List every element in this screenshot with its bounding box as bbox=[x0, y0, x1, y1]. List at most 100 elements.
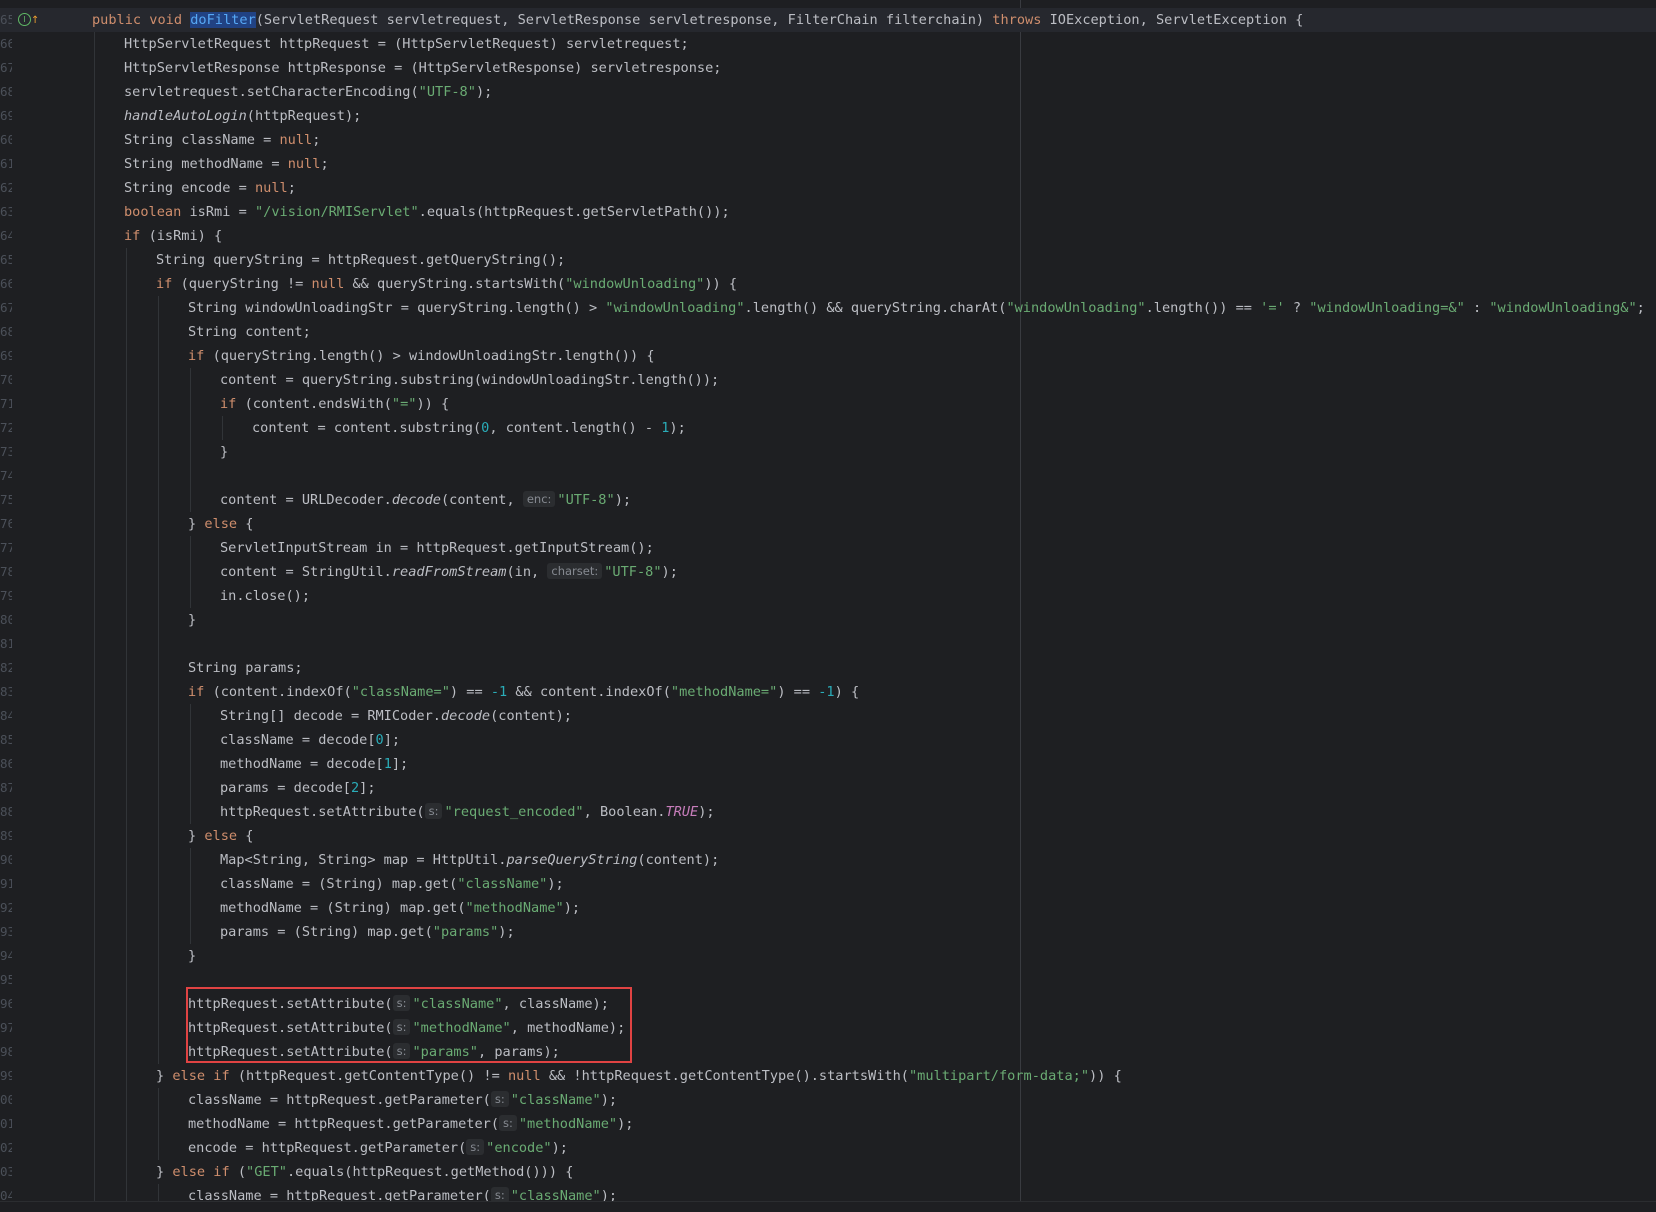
code-line[interactable]: 82 String params; bbox=[0, 656, 1656, 680]
code-token: .equals(httpRequest.getMethod())) { bbox=[286, 1164, 574, 1180]
code-line[interactable]: 69 handleAutoLogin(httpRequest); bbox=[0, 104, 1656, 128]
line-number: 74 bbox=[0, 468, 12, 483]
code-line[interactable]: 88 httpRequest.setAttribute(s: "request_en… bbox=[0, 800, 1656, 824]
indent-guide bbox=[126, 1064, 127, 1088]
code-line[interactable]: 96 httpRequest.setAttribute(s: "className"… bbox=[0, 992, 1656, 1016]
indent-guide bbox=[158, 944, 159, 968]
indent-guide bbox=[190, 560, 191, 584]
code-line[interactable]: 69 if (queryString.length() > windowUnloa… bbox=[0, 344, 1656, 368]
indent-guide bbox=[126, 1160, 127, 1184]
code-line[interactable]: 64 if (isRmi) { bbox=[0, 224, 1656, 248]
code-token: } bbox=[188, 612, 197, 628]
code-token: String[] decode = RMICoder. bbox=[220, 708, 441, 724]
code-token: )) { bbox=[1089, 1068, 1122, 1084]
code-line[interactable]: 83 if (content.indexOf("className=") == -… bbox=[0, 680, 1656, 704]
indent-guide bbox=[158, 872, 159, 896]
code-token: ) { bbox=[834, 684, 860, 700]
code-token: "windowUnloading=&" bbox=[1309, 300, 1465, 316]
implements-method-icon[interactable]: I bbox=[18, 13, 31, 26]
indent-guide bbox=[158, 536, 159, 560]
code-token: null bbox=[507, 1068, 549, 1084]
code-line[interactable]: 65 String queryString = httpRequest.getQu… bbox=[0, 248, 1656, 272]
code-line[interactable]: 73} bbox=[0, 440, 1656, 464]
indent-guide bbox=[126, 920, 127, 944]
indent-guide bbox=[158, 728, 159, 752]
code-line[interactable]: 71 if (content.endsWith("=")) { bbox=[0, 392, 1656, 416]
code-line[interactable]: 01 methodName = httpRequest.getParameter(… bbox=[0, 1112, 1656, 1136]
code-text: HttpServletRequest httpRequest = (HttpSe… bbox=[124, 32, 689, 56]
code-line[interactable]: 80} bbox=[0, 608, 1656, 632]
code-line[interactable]: 87 params = decode[2]; bbox=[0, 776, 1656, 800]
code-line[interactable]: 67 HttpServletResponse httpResponse = (Ht… bbox=[0, 56, 1656, 80]
code-token: "methodName=" bbox=[670, 684, 778, 700]
code-line[interactable]: 75 content = URLDecoder.decode(content, e… bbox=[0, 488, 1656, 512]
code-line[interactable]: 03} else if ("GET".equals(httpRequest.ge… bbox=[0, 1160, 1656, 1184]
line-number: 91 bbox=[0, 876, 12, 891]
code-line[interactable]: 98 httpRequest.setAttribute(s: "params", p… bbox=[0, 1040, 1656, 1064]
code-token: String content; bbox=[188, 324, 311, 340]
code-line[interactable]: 86 methodName = decode[1]; bbox=[0, 752, 1656, 776]
code-token: encode = httpRequest.getParameter( bbox=[188, 1140, 467, 1156]
code-token: if bbox=[188, 684, 213, 700]
code-line[interactable]: 81 bbox=[0, 632, 1656, 656]
indent-guide bbox=[158, 560, 159, 584]
code-text: encode = httpRequest.getParameter(s: "enc… bbox=[188, 1136, 568, 1160]
code-line[interactable]: 00 className = httpRequest.getParameter(s… bbox=[0, 1088, 1656, 1112]
code-line[interactable]: 89} else { bbox=[0, 824, 1656, 848]
code-area[interactable]: 65 I ↑ public void doFilter(ServletRequest … bbox=[0, 8, 1656, 1208]
code-line[interactable]: 97 httpRequest.setAttribute(s: "methodName… bbox=[0, 1016, 1656, 1040]
line-number: 79 bbox=[0, 588, 12, 603]
code-line[interactable]: 62 String encode = null; bbox=[0, 176, 1656, 200]
code-line[interactable]: 78 content = StringUtil.readFromStream(in… bbox=[0, 560, 1656, 584]
code-text: content = StringUtil.readFromStream(in, … bbox=[220, 560, 678, 584]
code-line[interactable]: 68 String content; bbox=[0, 320, 1656, 344]
code-line[interactable]: 67 String windowUnloadingStr = queryStrin… bbox=[0, 296, 1656, 320]
code-line[interactable]: 72 content = content.substring(0, content… bbox=[0, 416, 1656, 440]
indent-guide bbox=[158, 296, 159, 320]
code-line[interactable]: 61 String methodName = null; bbox=[0, 152, 1656, 176]
code-line[interactable]: 99} else if (httpRequest.getContentType(… bbox=[0, 1064, 1656, 1088]
code-line[interactable]: 65 I ↑ public void doFilter(ServletRequest … bbox=[0, 8, 1656, 32]
code-token: (content); bbox=[490, 708, 572, 724]
code-line[interactable]: 84 String[] decode = RMICoder.decode(cont… bbox=[0, 704, 1656, 728]
code-line[interactable]: 92 methodName = (String) map.get("methodN… bbox=[0, 896, 1656, 920]
code-line[interactable]: 85 className = decode[0]; bbox=[0, 728, 1656, 752]
line-number: 89 bbox=[0, 828, 12, 843]
indent-guide bbox=[94, 152, 95, 176]
code-text: if (isRmi) { bbox=[124, 224, 222, 248]
code-line[interactable]: 02 encode = httpRequest.getParameter(s: "e… bbox=[0, 1136, 1656, 1160]
indent-guide bbox=[94, 104, 95, 128]
code-line[interactable]: 95 bbox=[0, 968, 1656, 992]
code-line[interactable]: 94} bbox=[0, 944, 1656, 968]
indent-guide bbox=[190, 800, 191, 824]
code-token: -1 bbox=[818, 684, 835, 700]
override-arrow-icon[interactable]: ↑ bbox=[31, 9, 39, 33]
code-line[interactable]: 66 if (queryString != null && queryString… bbox=[0, 272, 1656, 296]
code-line[interactable]: 79 in.close(); bbox=[0, 584, 1656, 608]
code-line[interactable]: 77 ServletInputStream in = httpRequest.ge… bbox=[0, 536, 1656, 560]
code-line[interactable]: 63 boolean isRmi = "/vision/RMIServlet".e… bbox=[0, 200, 1656, 224]
code-token: ]; bbox=[359, 780, 376, 796]
code-token: } bbox=[188, 948, 197, 964]
code-token: IOException, ServletException { bbox=[1049, 12, 1304, 28]
code-token: { bbox=[245, 516, 254, 532]
code-token: in.close(); bbox=[220, 588, 311, 604]
code-line[interactable]: 66 HttpServletRequest httpRequest = (Http… bbox=[0, 32, 1656, 56]
indent-guide bbox=[126, 536, 127, 560]
horizontal-scrollbar[interactable] bbox=[0, 1201, 1656, 1212]
code-line[interactable]: 74 bbox=[0, 464, 1656, 488]
code-token: readFromStream bbox=[391, 564, 507, 580]
code-token: .equals(httpRequest.getServletPath()); bbox=[418, 204, 730, 220]
parameter-hint: s: bbox=[499, 1115, 517, 1131]
code-line[interactable]: 91 className = (String) map.get("classNam… bbox=[0, 872, 1656, 896]
code-line[interactable]: 76} else { bbox=[0, 512, 1656, 536]
code-text: if (content.indexOf("className=") == -1 … bbox=[188, 680, 859, 704]
code-line[interactable]: 93 params = (String) map.get("params"); bbox=[0, 920, 1656, 944]
code-text: } else { bbox=[188, 512, 253, 536]
code-text: if (content.endsWith("=")) { bbox=[220, 392, 449, 416]
code-line[interactable]: 70 content = queryString.substring(window… bbox=[0, 368, 1656, 392]
code-editor[interactable]: 65 I ↑ public void doFilter(ServletRequest … bbox=[0, 0, 1656, 1212]
code-line[interactable]: 90 Map<String, String> map = HttpUtil.par… bbox=[0, 848, 1656, 872]
code-line[interactable]: 60 String className = null; bbox=[0, 128, 1656, 152]
code-line[interactable]: 68 servletrequest.setCharacterEncoding("U… bbox=[0, 80, 1656, 104]
